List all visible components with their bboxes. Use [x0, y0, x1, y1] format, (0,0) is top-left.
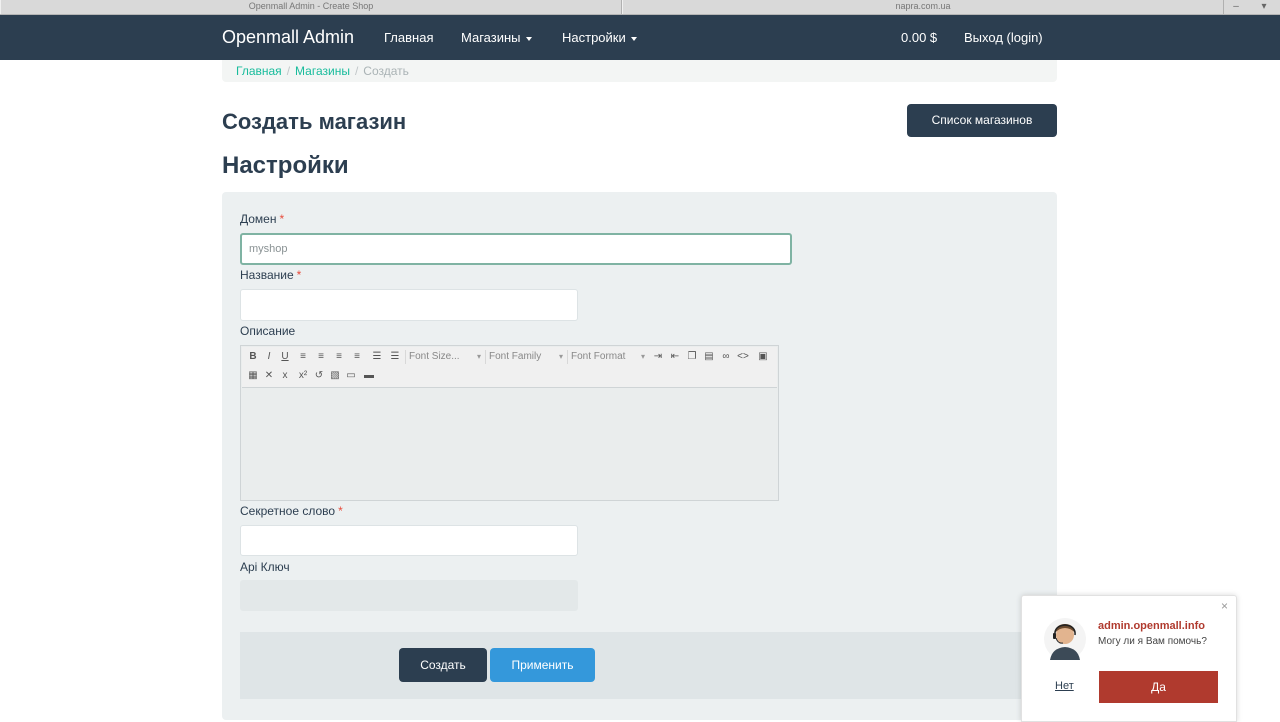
nav-shops-label: Магазины	[461, 30, 521, 45]
horizontal-rule-icon[interactable]: ▭	[344, 369, 358, 383]
align-justify-icon[interactable]: ≡	[350, 350, 364, 364]
nav-home[interactable]: Главная	[384, 30, 433, 45]
align-center-icon[interactable]: ≡	[314, 350, 328, 364]
page-title: Создать магазин	[222, 109, 407, 134]
brand-link[interactable]: Openmall Admin	[222, 27, 354, 48]
font-family-select[interactable]: Font Family ▾	[485, 350, 565, 364]
numbered-list-icon[interactable]: ☰	[388, 350, 402, 364]
image-icon[interactable]: ▣	[756, 350, 770, 364]
description-label: Описание	[240, 324, 296, 338]
secret-input[interactable]	[240, 525, 578, 556]
caret-down-icon	[525, 36, 532, 41]
paste-icon[interactable]: ▤	[702, 350, 716, 364]
tab-menu-icon[interactable]: ▾	[1250, 0, 1278, 14]
nav-shops-dropdown[interactable]: Магазины	[461, 30, 532, 45]
outdent-icon[interactable]: ⇤	[668, 350, 682, 364]
font-format-select[interactable]: Font Format ▾	[567, 350, 647, 364]
balance-display: 0.00 $	[901, 30, 938, 45]
insert-table-icon[interactable]: ▦	[246, 369, 260, 383]
font-family-value: Font Family	[489, 351, 542, 362]
indent-icon[interactable]: ⇥	[651, 350, 665, 364]
subscript-button[interactable]: x	[278, 369, 292, 383]
apply-button[interactable]: Применить	[490, 648, 595, 682]
breadcrumb-home[interactable]: Главная	[236, 64, 282, 78]
chat-widget: × admin.openmall.info Могу ли я Вам помо…	[1021, 595, 1237, 722]
domain-label-text: Домен	[240, 212, 277, 226]
form-actions	[240, 632, 1057, 699]
code-icon[interactable]: <>	[736, 350, 750, 364]
nav-settings-dropdown[interactable]: Настройки	[562, 30, 637, 45]
font-size-select[interactable]: Font Size... ▾	[405, 350, 483, 364]
bullet-list-icon[interactable]: ☰	[370, 350, 384, 364]
breadcrumb-shops[interactable]: Магазины	[295, 64, 350, 78]
special-char-icon[interactable]: ↺	[312, 369, 326, 383]
italic-button[interactable]: I	[262, 350, 276, 364]
dropdown-arrow-icon: ▾	[476, 352, 481, 361]
dropdown-arrow-icon: ▾	[640, 352, 645, 361]
required-marker: *	[338, 504, 343, 518]
name-input[interactable]	[240, 289, 578, 321]
support-agent-avatar	[1044, 618, 1086, 660]
chat-yes-button[interactable]: Да	[1099, 671, 1218, 703]
description-editor: B I U ≡ ≡ ≡ ≡ ☰ ☰ Font Size... ▾ Font Fam…	[240, 345, 779, 501]
underline-button[interactable]: U	[278, 350, 292, 364]
minimize-icon[interactable]: –	[1222, 0, 1250, 14]
breadcrumb: Главная / Магазины / Создать	[222, 60, 1057, 82]
copy-icon[interactable]: ❐	[685, 350, 699, 364]
source-view-icon[interactable]: ▬	[362, 369, 376, 383]
breadcrumb-current: Создать	[363, 64, 409, 78]
shop-list-button[interactable]: Список магазинов	[907, 104, 1057, 137]
secret-label-text: Секретное слово	[240, 504, 336, 518]
close-icon[interactable]: ×	[1221, 599, 1228, 613]
nav-home-label: Главная	[384, 30, 434, 45]
required-marker: *	[279, 212, 285, 226]
domain-label: Домен *	[240, 212, 284, 226]
browser-tab-title: napra.com.ua	[895, 1, 951, 11]
browser-tab[interactable]: napra.com.ua	[622, 0, 1224, 14]
section-title: Настройки	[222, 152, 349, 179]
superscript-button[interactable]: x²	[296, 369, 310, 383]
name-label: Название *	[240, 268, 301, 282]
dropdown-arrow-icon: ▾	[558, 352, 563, 361]
bold-button[interactable]: B	[246, 350, 260, 364]
create-button[interactable]: Создать	[399, 648, 487, 682]
top-navbar: Openmall Admin Главная Магазины Настройк…	[0, 15, 1280, 60]
nav-settings-label: Настройки	[562, 30, 626, 45]
logout-link[interactable]: Выход (login)	[964, 30, 1043, 45]
name-label-text: Название	[240, 268, 294, 282]
api-key-label: Api Ключ	[240, 560, 290, 574]
align-left-icon[interactable]: ≡	[296, 350, 310, 364]
browser-tab-strip: Openmall Admin - Create Shop napra.com.u…	[0, 0, 1280, 15]
browser-tab-title: Openmall Admin - Create Shop	[248, 1, 374, 11]
editor-toolbar: B I U ≡ ≡ ≡ ≡ ☰ ☰ Font Size... ▾ Font Fam…	[242, 347, 777, 388]
chat-no-link[interactable]: Нет	[1055, 680, 1074, 692]
remove-format-icon[interactable]: ✕	[262, 369, 276, 383]
breadcrumb-separator: /	[354, 64, 359, 78]
chat-message: Могу ли я Вам помочь?	[1098, 636, 1207, 647]
template-icon[interactable]: ▧	[328, 369, 342, 383]
breadcrumb-separator: /	[286, 64, 291, 78]
caret-down-icon	[630, 36, 637, 41]
domain-input[interactable]	[240, 233, 792, 265]
secret-label: Секретное слово *	[240, 504, 343, 518]
api-key-input	[240, 580, 578, 611]
chat-site-name: admin.openmall.info	[1098, 620, 1205, 632]
align-right-icon[interactable]: ≡	[332, 350, 346, 364]
link-icon[interactable]: ∞	[719, 350, 733, 364]
font-size-value: Font Size...	[409, 351, 460, 362]
editor-content-area[interactable]	[242, 388, 777, 499]
required-marker: *	[296, 268, 302, 282]
browser-tab-active[interactable]: Openmall Admin - Create Shop	[0, 0, 622, 14]
font-format-value: Font Format	[571, 351, 626, 362]
